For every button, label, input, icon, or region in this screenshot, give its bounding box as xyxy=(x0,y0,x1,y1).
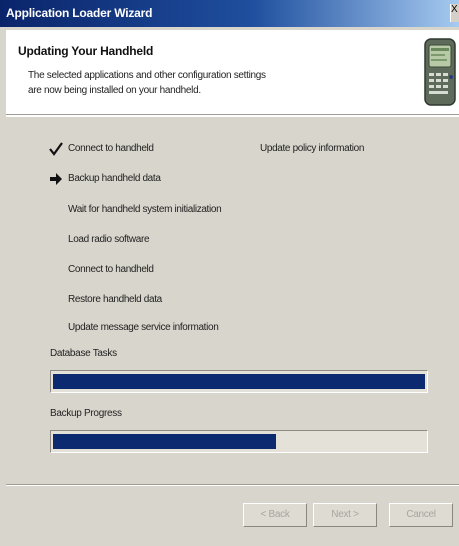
step-update-message-service: Update message service information xyxy=(68,322,219,333)
step-load-radio-software: Load radio software xyxy=(68,234,150,245)
next-button[interactable]: Next > xyxy=(313,503,377,527)
cancel-button[interactable]: Cancel xyxy=(389,503,453,527)
backup-progress-label: Backup Progress xyxy=(50,408,122,419)
window-title: Application Loader Wizard xyxy=(6,6,153,20)
checkmark-icon xyxy=(49,142,63,156)
database-tasks-label: Database Tasks xyxy=(50,348,117,359)
step-backup-handheld-data: Backup handheld data xyxy=(68,173,161,184)
step-wait-for-initialization: Wait for handheld system initialization xyxy=(68,204,222,215)
database-tasks-progress-fill xyxy=(53,374,425,389)
wizard-window: Application Loader Wizard X Updating You… xyxy=(0,0,459,546)
close-button[interactable]: X xyxy=(450,4,459,22)
backup-progress-fill xyxy=(53,434,276,449)
wizard-header: Updating Your Handheld The selected appl… xyxy=(6,30,459,115)
backup-progress-bar xyxy=(50,430,428,453)
footer-divider xyxy=(6,484,459,486)
arrow-right-icon xyxy=(50,173,62,185)
header-divider xyxy=(6,115,459,117)
close-icon: X xyxy=(451,4,458,15)
handheld-device-icon xyxy=(424,38,456,106)
back-button[interactable]: < Back xyxy=(243,503,307,527)
page-title: Updating Your Handheld xyxy=(18,44,154,58)
subtitle-line-1: The selected applications and other conf… xyxy=(28,70,266,81)
title-bar[interactable]: Application Loader Wizard X xyxy=(0,0,459,27)
step-update-policy-information: Update policy information xyxy=(260,143,365,154)
database-tasks-progress-bar xyxy=(50,370,428,393)
step-connect-to-handheld: Connect to handheld xyxy=(68,143,154,154)
subtitle-line-2: are now being installed on your handheld… xyxy=(28,85,201,96)
step-restore-handheld-data: Restore handheld data xyxy=(68,294,162,305)
step-connect-to-handheld-2: Connect to handheld xyxy=(68,264,154,275)
page-subtitle: The selected applications and other conf… xyxy=(28,68,358,98)
